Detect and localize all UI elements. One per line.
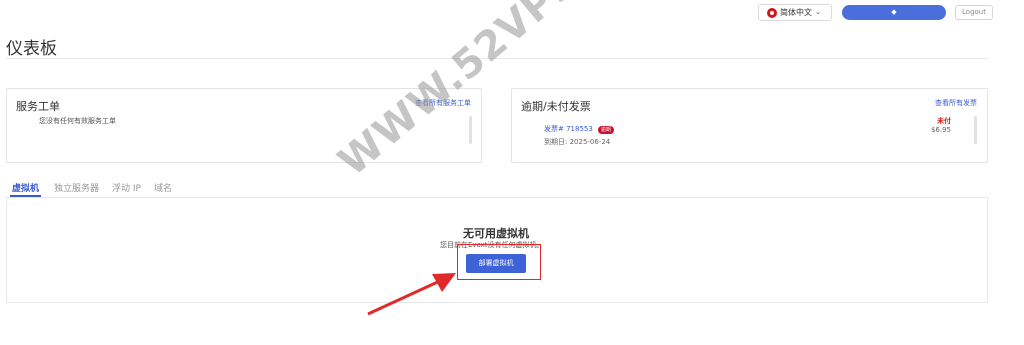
- overdue-badge: 逾期: [597, 126, 614, 134]
- invoice-amount: $6.95: [930, 126, 951, 134]
- vm-empty-title: 无可用虚拟机: [463, 227, 529, 240]
- invoice-due-date: 到期日: 2025-06-24: [544, 138, 611, 146]
- invoices-card: 逾期/未付发票 查看所有发票 发票# 718553 逾期 到期日: 2025-0…: [511, 88, 988, 163]
- tab-floating-ip[interactable]: 浮动 IP: [112, 181, 141, 194]
- tab-domain[interactable]: 域名: [154, 181, 172, 194]
- tab-vm[interactable]: 虚拟机: [12, 181, 39, 194]
- annotation-arrow-icon: [367, 273, 456, 316]
- turkey-flag-icon: [767, 7, 777, 18]
- invoices-card-title: 逾期/未付发票: [521, 100, 591, 113]
- invoice-status: 未付: [937, 117, 951, 125]
- user-account-button[interactable]: ◆: [842, 5, 946, 20]
- invoice-number[interactable]: 发票# 718553: [544, 125, 593, 133]
- tickets-scrollbar[interactable]: [469, 116, 472, 144]
- view-all-invoices-link[interactable]: 查看所有发票: [935, 98, 977, 108]
- invoices-scrollbar[interactable]: [974, 116, 977, 144]
- logout-button[interactable]: Logout: [955, 5, 993, 20]
- language-selector[interactable]: 简体中文 ⌄: [758, 4, 832, 21]
- page-title: 仪表板: [6, 39, 57, 59]
- tab-dedicated-server[interactable]: 独立服务器: [54, 181, 99, 194]
- chevron-down-icon: ⌄: [815, 8, 821, 16]
- tickets-empty-message: 您没有任何有效服务工单: [39, 117, 116, 125]
- invoice-row[interactable]: 发票# 718553 逾期 到期日: 2025-06-24: [544, 116, 614, 147]
- language-label: 简体中文: [780, 8, 812, 17]
- tickets-card-title: 服务工单: [16, 100, 60, 113]
